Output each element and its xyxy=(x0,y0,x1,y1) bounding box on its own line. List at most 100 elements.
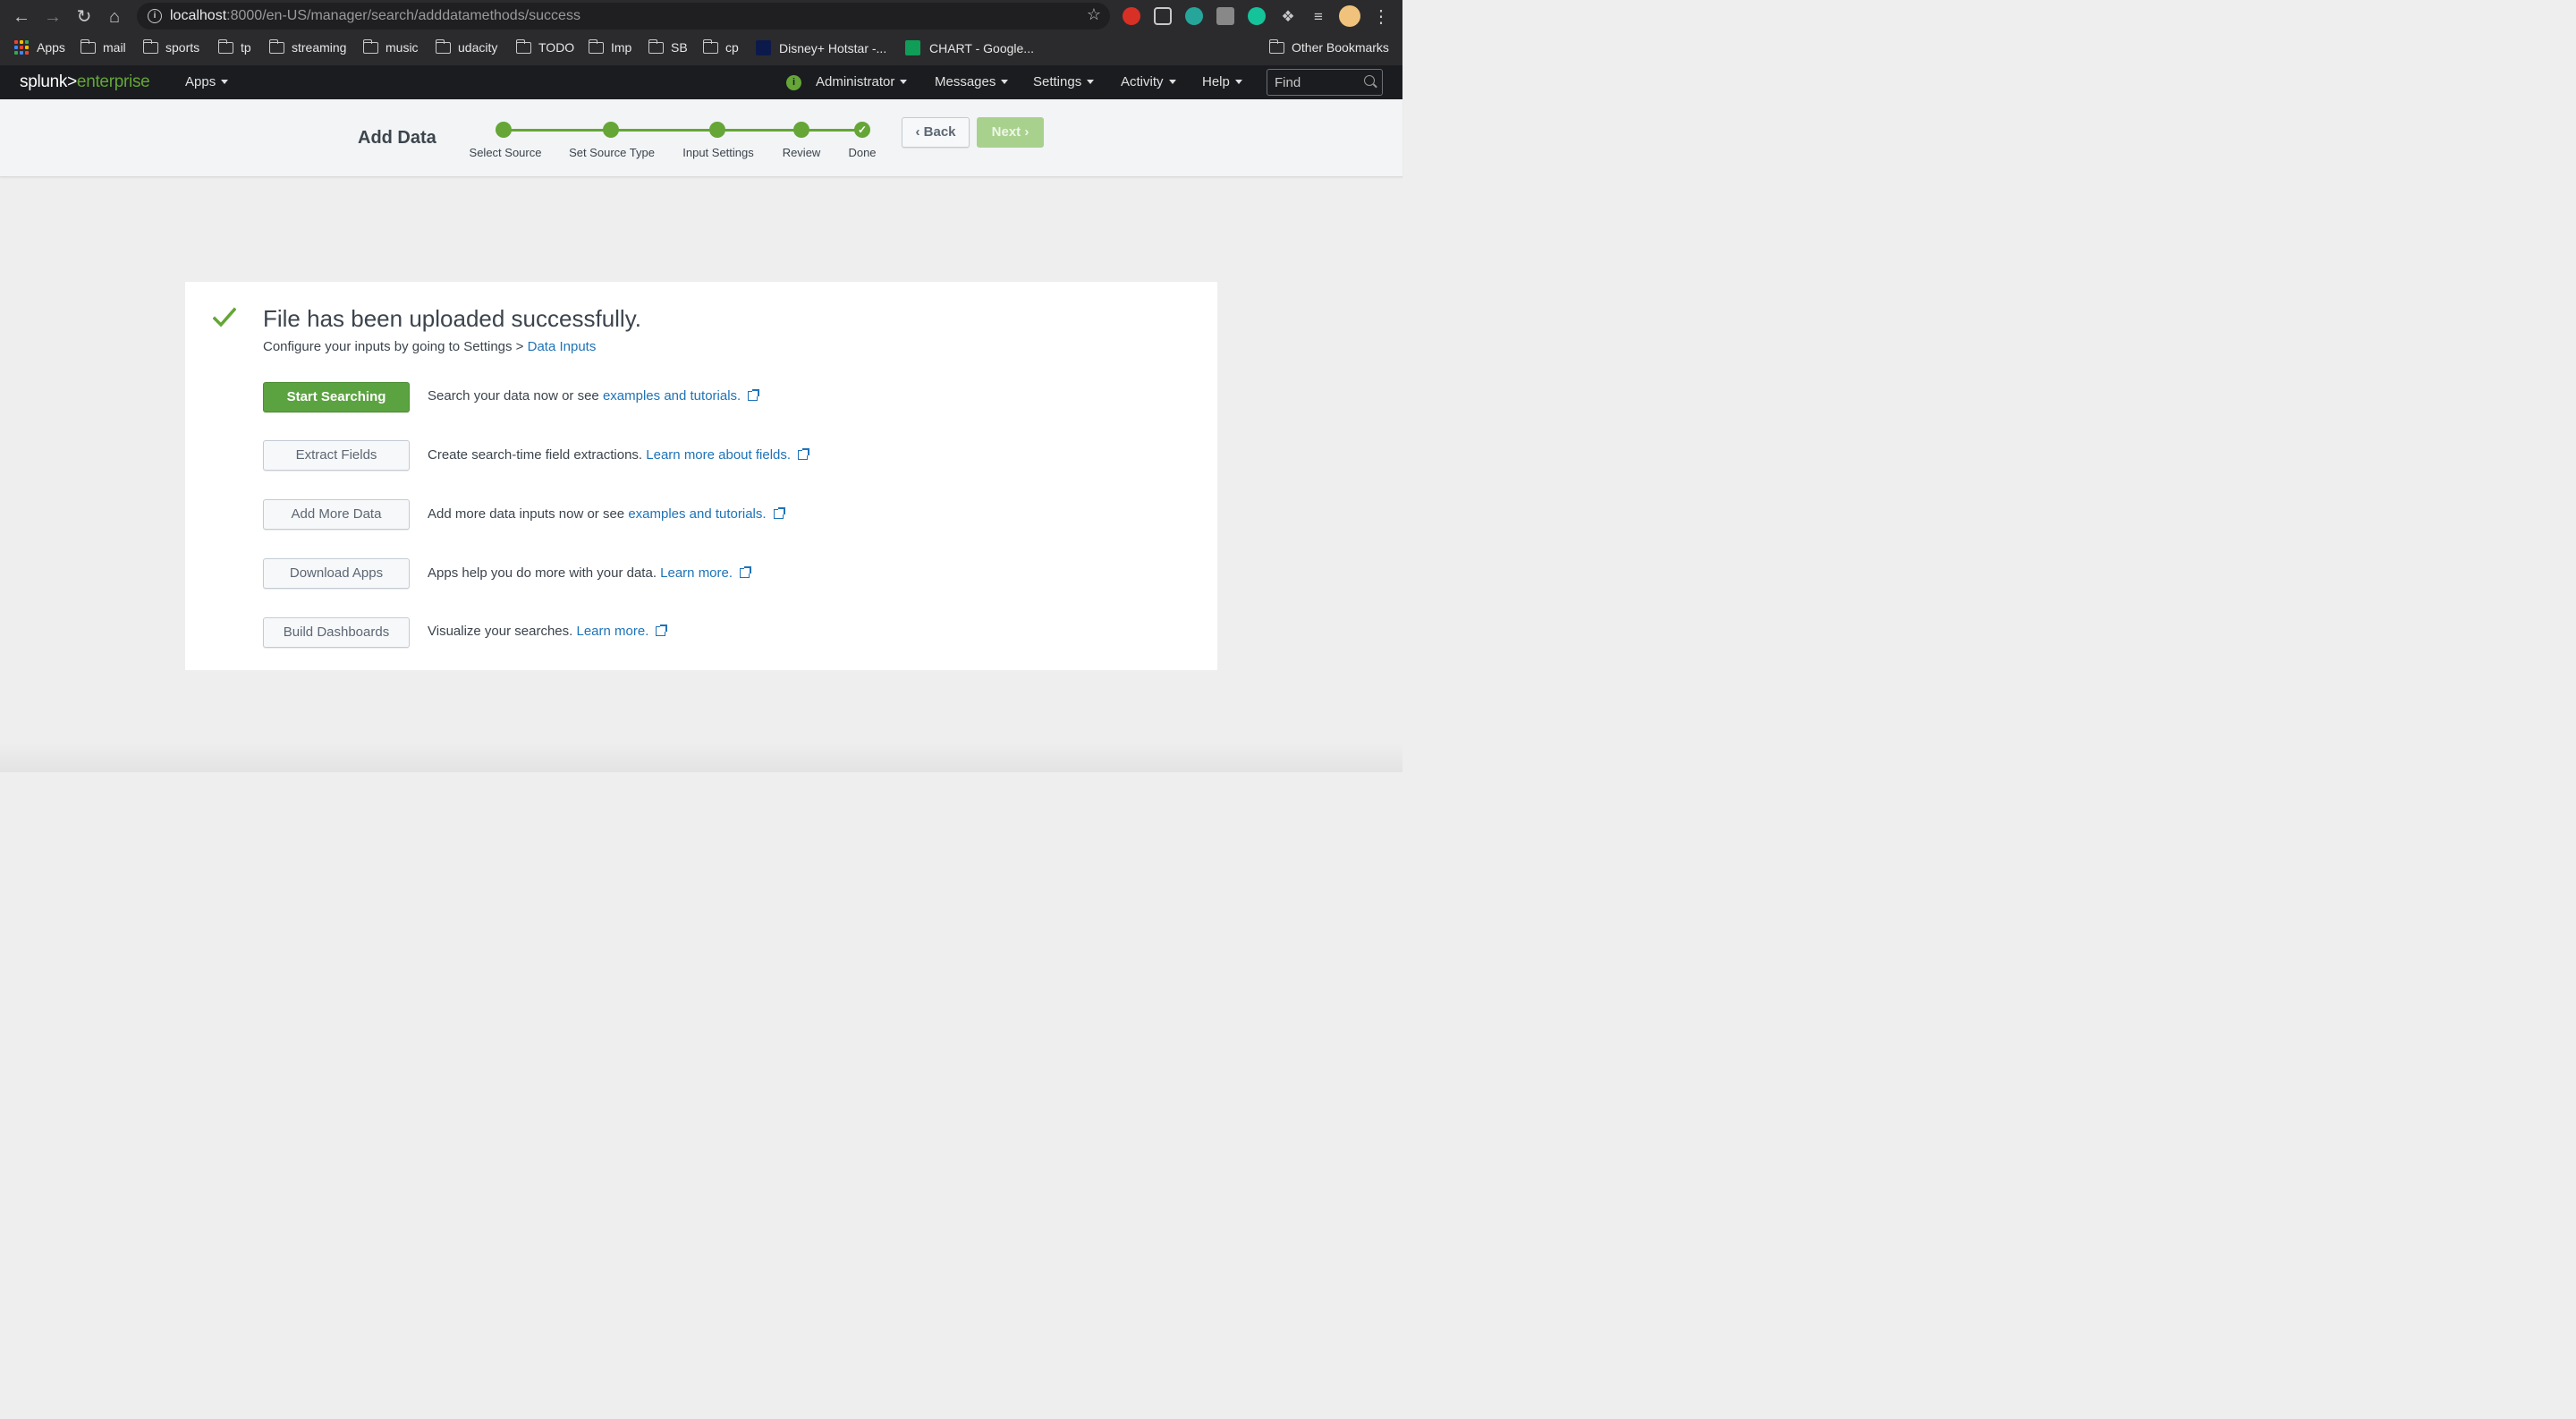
bookmarks-bar: Apps mail sports tp streaming music udac… xyxy=(0,33,1402,65)
home-icon[interactable]: ⌂ xyxy=(104,6,125,28)
activity-menu[interactable]: Activity xyxy=(1121,74,1176,89)
adblock-extension-icon[interactable] xyxy=(1123,7,1140,25)
step-label-set-source-type: Set Source Type xyxy=(569,146,655,159)
splunk-header: splunk>enterprise Apps i Administrator M… xyxy=(0,65,1402,99)
info-icon[interactable]: i xyxy=(786,75,801,90)
bookmark-streaming[interactable]: streaming xyxy=(268,38,346,55)
download-apps-desc: Apps help you do more with your data. Le… xyxy=(428,565,752,581)
step-label-select-source: Select Source xyxy=(469,146,542,159)
caret-down-icon xyxy=(1168,80,1176,84)
success-panel: File has been uploaded successfully. Con… xyxy=(185,282,1217,670)
external-link-icon xyxy=(798,448,810,460)
address-bar[interactable]: i localhost:8000/en-US/manager/search/ad… xyxy=(137,3,1110,30)
caret-down-icon xyxy=(900,80,908,84)
caret-down-icon xyxy=(221,80,229,84)
bookmark-apps[interactable]: Apps xyxy=(14,40,65,55)
examples-tutorials-link-2[interactable]: examples and tutorials. xyxy=(628,506,766,522)
bookmark-imp[interactable]: Imp xyxy=(588,38,631,55)
step-done-check-icon: ✓ xyxy=(854,122,870,138)
add-more-data-button[interactable]: Add More Data xyxy=(263,499,410,530)
back-button[interactable]: ‹ Back xyxy=(902,117,970,148)
folder-icon xyxy=(362,38,378,54)
search-icon[interactable] xyxy=(1364,75,1375,86)
caret-down-icon xyxy=(1234,80,1242,84)
settings-menu[interactable]: Settings xyxy=(1033,74,1095,89)
extension-badge-icon[interactable] xyxy=(1185,7,1203,25)
chevron-left-icon: ‹ xyxy=(915,124,924,140)
bookmark-other[interactable]: Other Bookmarks xyxy=(1268,38,1389,55)
step-dot-set-source-type xyxy=(603,122,619,138)
help-menu[interactable]: Help xyxy=(1202,74,1242,89)
extract-fields-desc: Create search-time field extractions. Le… xyxy=(428,447,810,463)
folder-icon xyxy=(648,38,664,54)
add-more-data-desc: Add more data inputs now or see examples… xyxy=(428,506,785,522)
browser-chrome: ← → ↻ ⌂ i localhost:8000/en-US/manager/s… xyxy=(0,0,1402,65)
step-label-input-settings: Input Settings xyxy=(682,146,754,159)
folder-icon xyxy=(702,38,718,54)
step-dot-input-settings xyxy=(709,122,725,138)
learn-more-dashboards-link[interactable]: Learn more. xyxy=(576,624,648,639)
folder-icon xyxy=(435,38,451,54)
folder-icon xyxy=(142,38,158,54)
bookmark-sports[interactable]: sports xyxy=(142,38,199,55)
url-text: localhost:8000/en-US/manager/search/addd… xyxy=(170,8,580,23)
success-heading: File has been uploaded successfully. xyxy=(263,305,641,332)
bookmark-todo[interactable]: TODO xyxy=(515,38,574,55)
examples-tutorials-link[interactable]: examples and tutorials. xyxy=(603,388,741,404)
start-searching-desc: Search your data now or see examples and… xyxy=(428,388,760,404)
external-link-icon xyxy=(748,389,760,401)
external-link-icon xyxy=(656,625,668,636)
splunk-logo[interactable]: splunk>enterprise xyxy=(20,72,150,92)
bookmark-sb[interactable]: SB xyxy=(648,38,688,55)
bookmark-music[interactable]: music xyxy=(362,38,419,55)
build-dashboards-button[interactable]: Build Dashboards xyxy=(263,617,410,648)
step-label-done: Done xyxy=(848,146,877,159)
grammarly-extension-icon[interactable] xyxy=(1248,7,1266,25)
data-inputs-link[interactable]: Data Inputs xyxy=(528,339,597,354)
build-dashboards-desc: Visualize your searches. Learn more. xyxy=(428,624,668,639)
media-queue-icon[interactable]: ≡ xyxy=(1308,6,1329,28)
folder-icon xyxy=(217,38,233,54)
extract-fields-button[interactable]: Extract Fields xyxy=(263,440,410,471)
caret-down-icon xyxy=(1001,80,1009,84)
external-link-icon xyxy=(740,566,752,578)
step-dot-select-source xyxy=(496,122,512,138)
learn-more-fields-link[interactable]: Learn more about fields. xyxy=(646,447,791,463)
find-input[interactable] xyxy=(1275,74,1362,90)
sheets-icon xyxy=(905,40,920,55)
profile-avatar[interactable] xyxy=(1339,5,1360,27)
folder-icon xyxy=(80,38,96,54)
folder-icon xyxy=(1268,38,1284,54)
browser-menu-icon[interactable]: ⋮ xyxy=(1370,6,1392,28)
download-apps-button[interactable]: Download Apps xyxy=(263,558,410,589)
next-button[interactable]: Next › xyxy=(977,117,1044,148)
bookmark-tp[interactable]: tp xyxy=(217,38,251,55)
configure-inputs-text: Configure your inputs by going to Settin… xyxy=(263,339,597,354)
apps-menu[interactable]: Apps xyxy=(185,74,229,89)
extensions-puzzle-icon[interactable]: ❖ xyxy=(1277,6,1299,28)
extension-k-icon[interactable] xyxy=(1216,7,1234,25)
reload-icon[interactable]: ↻ xyxy=(73,6,95,28)
find-box xyxy=(1267,69,1383,96)
site-info-icon[interactable]: i xyxy=(148,9,162,23)
address-row: ← → ↻ ⌂ i localhost:8000/en-US/manager/s… xyxy=(0,0,1402,33)
bookmark-star-icon[interactable]: ☆ xyxy=(1087,5,1101,24)
bookmark-mail[interactable]: mail xyxy=(80,38,126,55)
bookmark-chart[interactable]: CHART - Google... xyxy=(905,40,1034,55)
forward-arrow-icon[interactable]: → xyxy=(42,6,64,28)
learn-more-apps-link[interactable]: Learn more. xyxy=(660,565,733,581)
administrator-menu[interactable]: Administrator xyxy=(816,74,908,89)
page-title: Add Data xyxy=(358,128,436,148)
success-check-icon xyxy=(213,307,236,327)
bookmark-cp[interactable]: cp xyxy=(702,38,739,55)
page-bottom xyxy=(0,743,1402,772)
back-arrow-icon[interactable]: ← xyxy=(11,6,32,28)
folder-icon xyxy=(515,38,531,54)
bookmark-udacity[interactable]: udacity xyxy=(435,38,497,55)
pocket-extension-icon[interactable] xyxy=(1154,7,1172,25)
add-data-stepbar: Add Data ✓ Select Source Set Source Type… xyxy=(0,99,1402,177)
bookmark-hotstar[interactable]: Disney+ Hotstar -... xyxy=(756,40,886,55)
start-searching-button[interactable]: Start Searching xyxy=(263,382,410,412)
folder-icon xyxy=(268,38,284,54)
messages-menu[interactable]: Messages xyxy=(935,74,1009,89)
